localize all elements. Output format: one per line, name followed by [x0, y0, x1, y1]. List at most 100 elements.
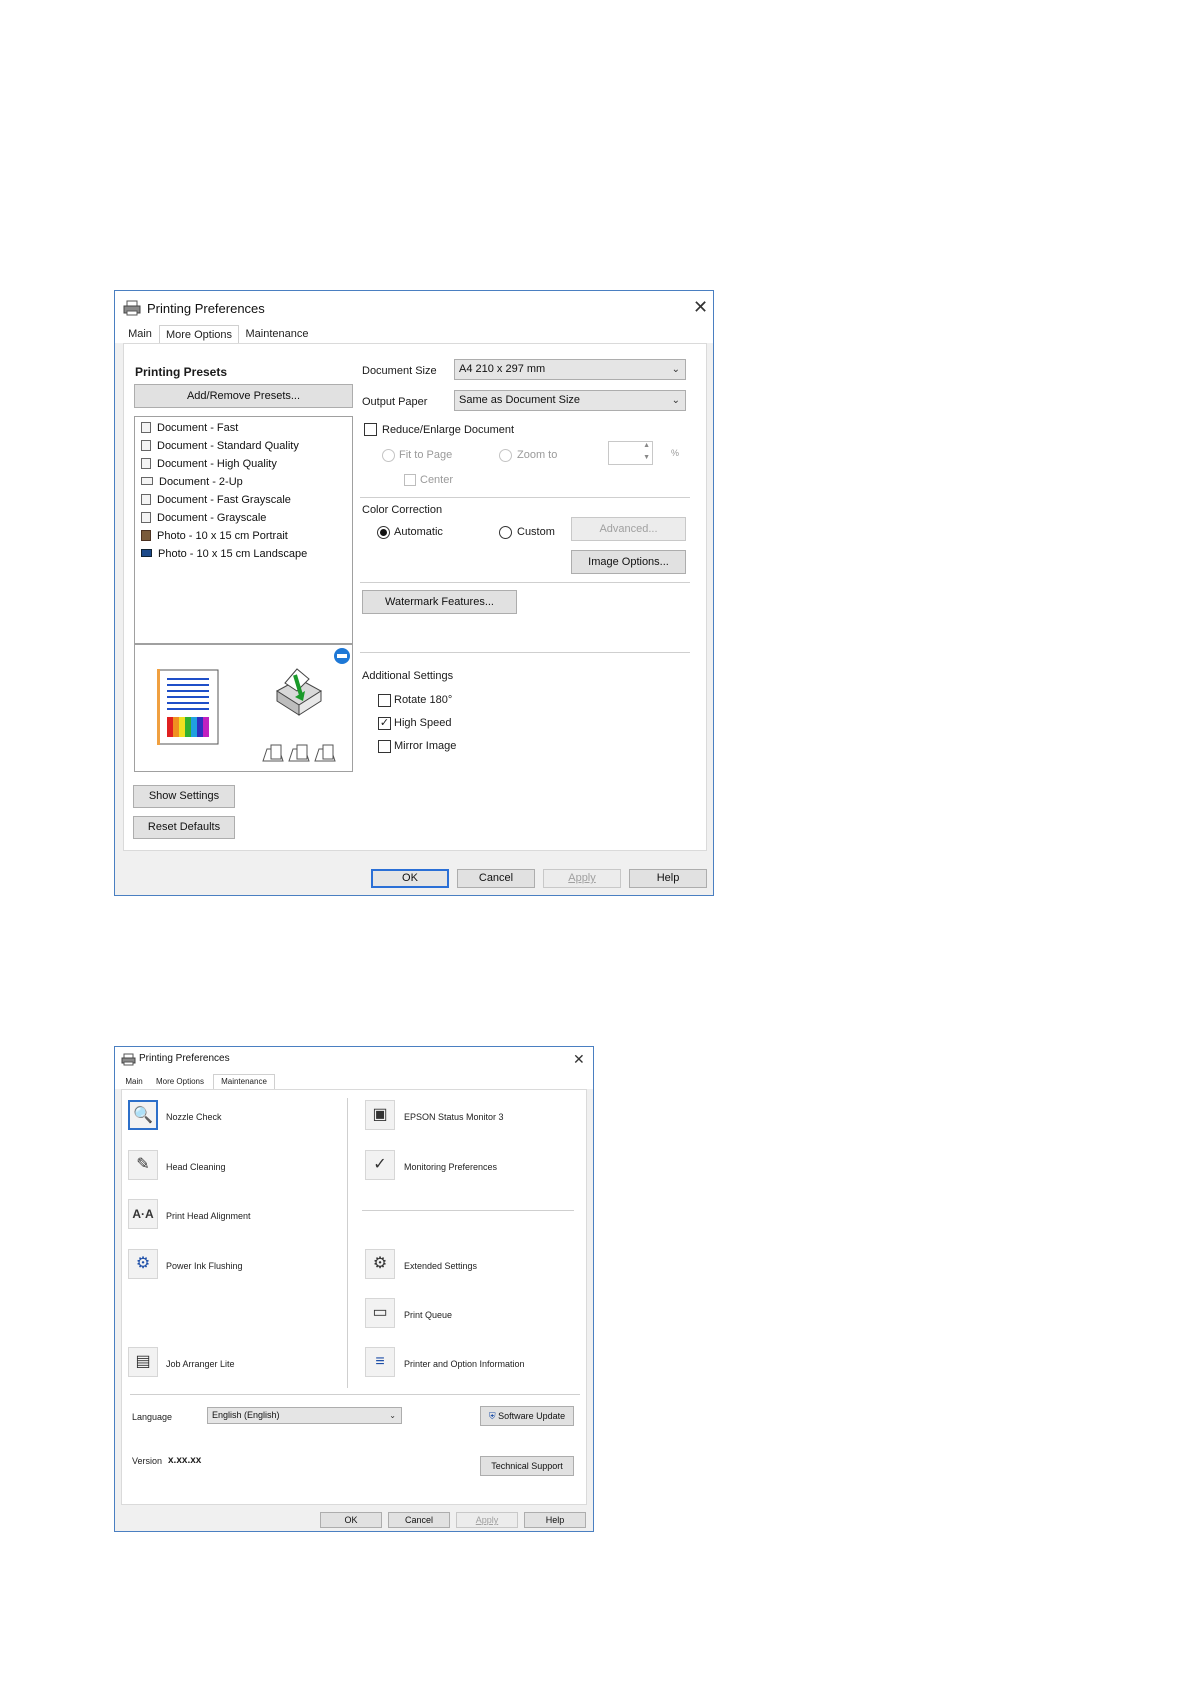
extended-settings-icon[interactable]: ⚙ — [365, 1249, 395, 1279]
document-icon — [141, 422, 151, 433]
preset-label: Photo - 10 x 15 cm Landscape — [158, 548, 308, 560]
tab-strip: Main More Options Maintenance — [115, 1073, 593, 1090]
output-paper-label: Output Paper — [362, 396, 428, 408]
dialog-title: Printing Preferences — [139, 1053, 230, 1064]
reset-defaults-button[interactable]: Reset Defaults — [133, 816, 235, 839]
add-remove-presets-button[interactable]: Add/Remove Presets... — [134, 384, 353, 408]
language-value: English (English) — [212, 1410, 280, 1420]
preset-item[interactable]: Photo - 10 x 15 cm Landscape — [141, 548, 307, 564]
chevron-down-icon: ⌄ — [671, 395, 680, 406]
advanced-button[interactable]: Advanced... — [571, 517, 686, 541]
high-speed-checkbox[interactable]: ✓ — [378, 717, 391, 730]
document-size-select[interactable]: A4 210 x 297 mm ⌄ — [454, 359, 686, 380]
status-monitor-icon[interactable]: ▣ — [365, 1100, 395, 1130]
print-queue-icon[interactable]: ▭ — [365, 1298, 395, 1328]
zoom-percent-input[interactable]: ▲ ▼ — [608, 441, 653, 465]
job-arranger-lite-icon[interactable]: ▤ — [128, 1347, 158, 1377]
preset-item[interactable]: Document - Fast — [141, 422, 238, 438]
preset-label: Photo - 10 x 15 cm Portrait — [157, 530, 288, 542]
preset-item[interactable]: Document - Grayscale — [141, 512, 266, 528]
status-monitor-label: EPSON Status Monitor 3 — [404, 1112, 504, 1122]
preview-panel — [134, 644, 353, 772]
reduce-enlarge-checkbox[interactable] — [364, 423, 377, 436]
document-icon — [141, 458, 151, 469]
document-size-label: Document Size — [362, 365, 437, 377]
page-order-icons — [262, 744, 336, 762]
rotate-180-checkbox[interactable] — [378, 694, 391, 707]
version-value: x.xx.xx — [168, 1455, 202, 1466]
show-settings-button[interactable]: Show Settings — [133, 785, 235, 808]
preset-label: Document - Fast Grayscale — [157, 494, 291, 506]
watermark-features-button[interactable]: Watermark Features... — [362, 590, 517, 614]
software-update-button[interactable]: ⛨ Software Update — [480, 1406, 574, 1426]
tab-maintenance[interactable]: Maintenance — [241, 328, 313, 343]
mirror-image-checkbox[interactable] — [378, 740, 391, 753]
two-up-icon — [141, 477, 153, 485]
preset-label: Document - Standard Quality — [157, 440, 299, 452]
tab-panel: 🔍 Nozzle Check ✎ Head Cleaning A·A Print… — [121, 1089, 587, 1505]
title-bar: Printing Preferences ✕ — [115, 291, 713, 325]
automatic-radio[interactable] — [377, 526, 390, 539]
tab-more-options[interactable]: More Options — [159, 325, 239, 344]
preset-label: Document - High Quality — [157, 458, 277, 470]
tab-main[interactable]: Main — [123, 328, 157, 343]
preset-item[interactable]: Photo - 10 x 15 cm Portrait — [141, 530, 288, 546]
preset-item[interactable]: Document - 2-Up — [141, 476, 243, 492]
fit-to-page-radio[interactable] — [382, 449, 395, 462]
image-options-button[interactable]: Image Options... — [571, 550, 686, 574]
presets-list[interactable]: Document - Fast Document - Standard Qual… — [134, 416, 353, 644]
technical-support-button[interactable]: Technical Support — [480, 1456, 574, 1476]
tab-main[interactable]: Main — [121, 1077, 147, 1089]
power-ink-flushing-icon[interactable]: ⚙ — [128, 1249, 158, 1279]
document-icon — [141, 494, 151, 505]
custom-radio[interactable] — [499, 526, 512, 539]
language-label: Language — [132, 1412, 173, 1422]
center-checkbox[interactable] — [404, 474, 416, 486]
photo-icon — [141, 530, 151, 541]
head-cleaning-icon[interactable]: ✎ — [128, 1150, 158, 1180]
preset-item[interactable]: Document - High Quality — [141, 458, 277, 474]
head-cleaning-label: Head Cleaning — [166, 1162, 226, 1172]
checkmark-icon: ✓ — [379, 717, 390, 729]
print-head-alignment-icon[interactable]: A·A — [128, 1199, 158, 1229]
ok-button[interactable]: OK — [371, 869, 449, 888]
preset-item[interactable]: Document - Fast Grayscale — [141, 494, 291, 510]
output-paper-select[interactable]: Same as Document Size ⌄ — [454, 390, 686, 411]
printer-option-info-icon[interactable]: ≡ — [365, 1347, 395, 1377]
printing-preferences-dialog-more-options: Printing Preferences ✕ Main More Options… — [114, 290, 714, 896]
preset-item[interactable]: Document - Standard Quality — [141, 440, 299, 456]
cancel-button[interactable]: Cancel — [457, 869, 535, 888]
preset-label: Document - 2-Up — [159, 476, 243, 488]
additional-settings-label: Additional Settings — [362, 670, 454, 682]
help-button[interactable]: Help — [524, 1512, 586, 1528]
cancel-button[interactable]: Cancel — [388, 1512, 450, 1528]
close-icon[interactable]: ✕ — [573, 1052, 585, 1066]
divider — [360, 497, 690, 498]
print-head-alignment-label: Print Head Alignment — [166, 1211, 251, 1221]
chevron-down-icon: ⌄ — [389, 1411, 396, 1420]
spin-up-icon[interactable]: ▲ — [643, 442, 650, 449]
fit-to-page-label: Fit to Page — [399, 449, 453, 461]
output-paper-value: Same as Document Size — [459, 394, 581, 406]
divider — [130, 1394, 580, 1395]
apply-button[interactable]: Apply — [456, 1512, 518, 1528]
language-select[interactable]: English (English) ⌄ — [207, 1407, 402, 1424]
preset-label: Document - Grayscale — [157, 512, 267, 524]
tab-maintenance[interactable]: Maintenance — [213, 1074, 275, 1090]
help-button[interactable]: Help — [629, 869, 707, 888]
zoom-to-radio[interactable] — [499, 449, 512, 462]
percent-label: % — [671, 448, 680, 458]
tab-more-options[interactable]: More Options — [149, 1077, 211, 1089]
ok-button[interactable]: OK — [320, 1512, 382, 1528]
monitoring-preferences-icon[interactable]: ✓ — [365, 1150, 395, 1180]
spin-down-icon[interactable]: ▼ — [643, 454, 650, 461]
document-icon — [141, 440, 151, 451]
automatic-label: Automatic — [394, 526, 443, 538]
dialog-title: Printing Preferences — [147, 301, 265, 316]
close-icon[interactable]: ✕ — [693, 298, 708, 316]
printer-preview-icon — [276, 668, 322, 716]
info-globe-icon[interactable] — [333, 647, 351, 665]
document-icon — [141, 512, 151, 523]
apply-button[interactable]: Apply — [543, 869, 621, 888]
nozzle-check-icon[interactable]: 🔍 — [128, 1100, 158, 1130]
